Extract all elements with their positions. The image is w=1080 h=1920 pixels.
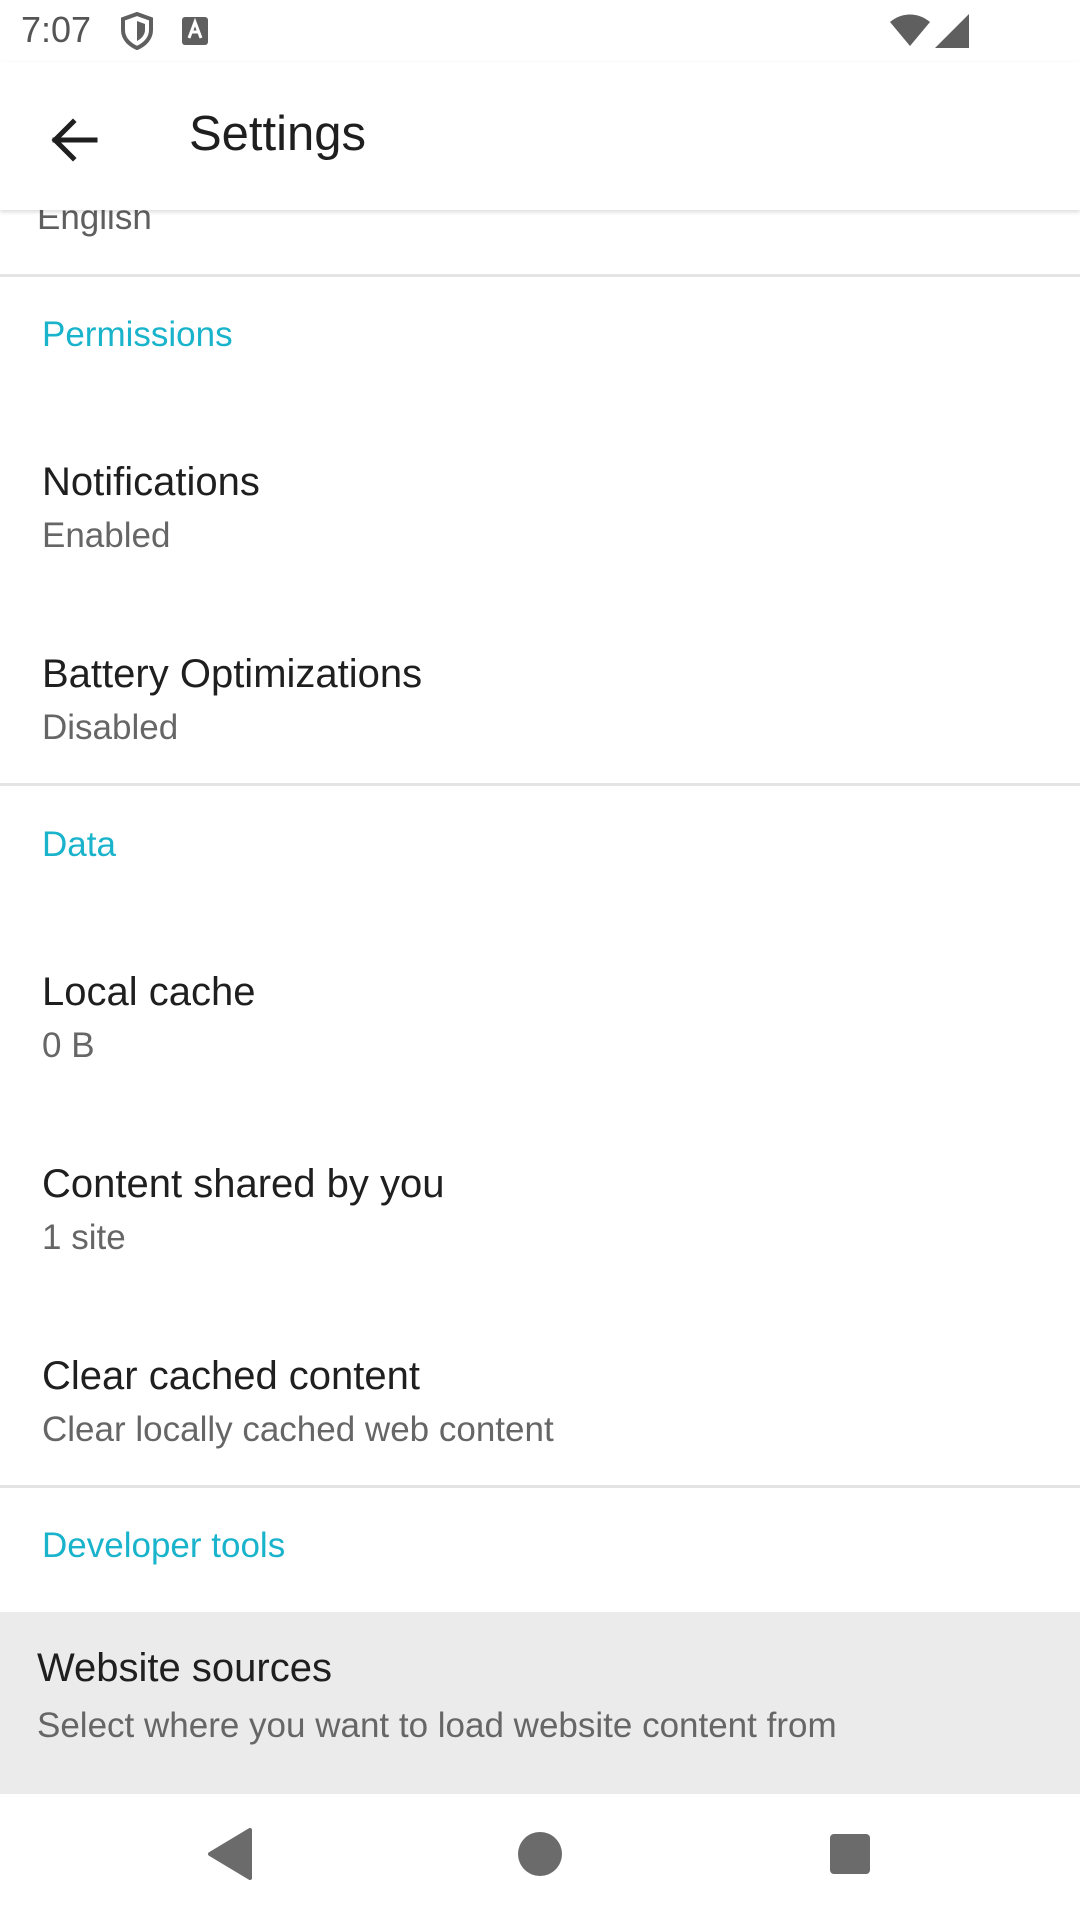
pref-summary: Select where you want to load website co… — [37, 1706, 837, 1745]
pref-content-shared-by-you[interactable]: Content shared by you 1 site — [0, 1142, 1080, 1322]
pref-notifications[interactable]: Notifications Enabled — [0, 440, 1080, 620]
pref-summary: Clear locally cached web content — [42, 1410, 554, 1449]
wifi-icon — [890, 14, 930, 51]
home-circle-icon — [516, 1830, 564, 1883]
status-bar: 7:07 — [0, 0, 1080, 62]
pref-title: Content shared by you — [42, 1162, 445, 1206]
cellular-signal-icon — [935, 14, 969, 53]
page-title: Settings — [189, 107, 367, 161]
shield-icon — [120, 11, 154, 55]
divider — [0, 1485, 1080, 1488]
pref-title: Notifications — [42, 460, 260, 504]
section-header-permissions: Permissions — [42, 315, 233, 354]
pref-summary: 0 B — [42, 1026, 95, 1065]
settings-list[interactable]: English Permissions Notifications Enable… — [0, 210, 1080, 1794]
pref-title: Local cache — [42, 970, 256, 1014]
pref-title: Clear cached content — [42, 1354, 421, 1398]
pref-title: Battery Optimizations — [42, 652, 423, 696]
nav-home-button[interactable] — [500, 1816, 580, 1896]
pref-title: Website sources — [37, 1646, 332, 1690]
status-time: 7:07 — [21, 9, 92, 50]
divider — [0, 783, 1080, 786]
app-bar: Settings — [0, 62, 1080, 210]
back-button[interactable] — [34, 102, 114, 182]
section-header-data: Data — [42, 825, 116, 864]
nav-back-button[interactable] — [190, 1816, 270, 1896]
pref-summary: Enabled — [42, 516, 171, 555]
navigation-bar — [0, 1794, 1080, 1920]
pref-website-sources[interactable]: Website sources Select where you want to… — [0, 1612, 1080, 1794]
recents-square-icon — [829, 1833, 871, 1880]
nav-recents-button[interactable] — [810, 1816, 890, 1896]
pref-summary: 1 site — [42, 1218, 126, 1257]
section-header-developer-tools: Developer tools — [42, 1526, 286, 1565]
pref-local-cache[interactable]: Local cache 0 B — [0, 950, 1080, 1130]
keyboard-a-icon — [181, 16, 209, 51]
language-summary: English — [37, 210, 152, 237]
pref-summary: Disabled — [42, 708, 179, 747]
arrow-back-icon — [49, 115, 99, 170]
divider — [0, 274, 1080, 277]
back-triangle-icon — [206, 1827, 254, 1885]
